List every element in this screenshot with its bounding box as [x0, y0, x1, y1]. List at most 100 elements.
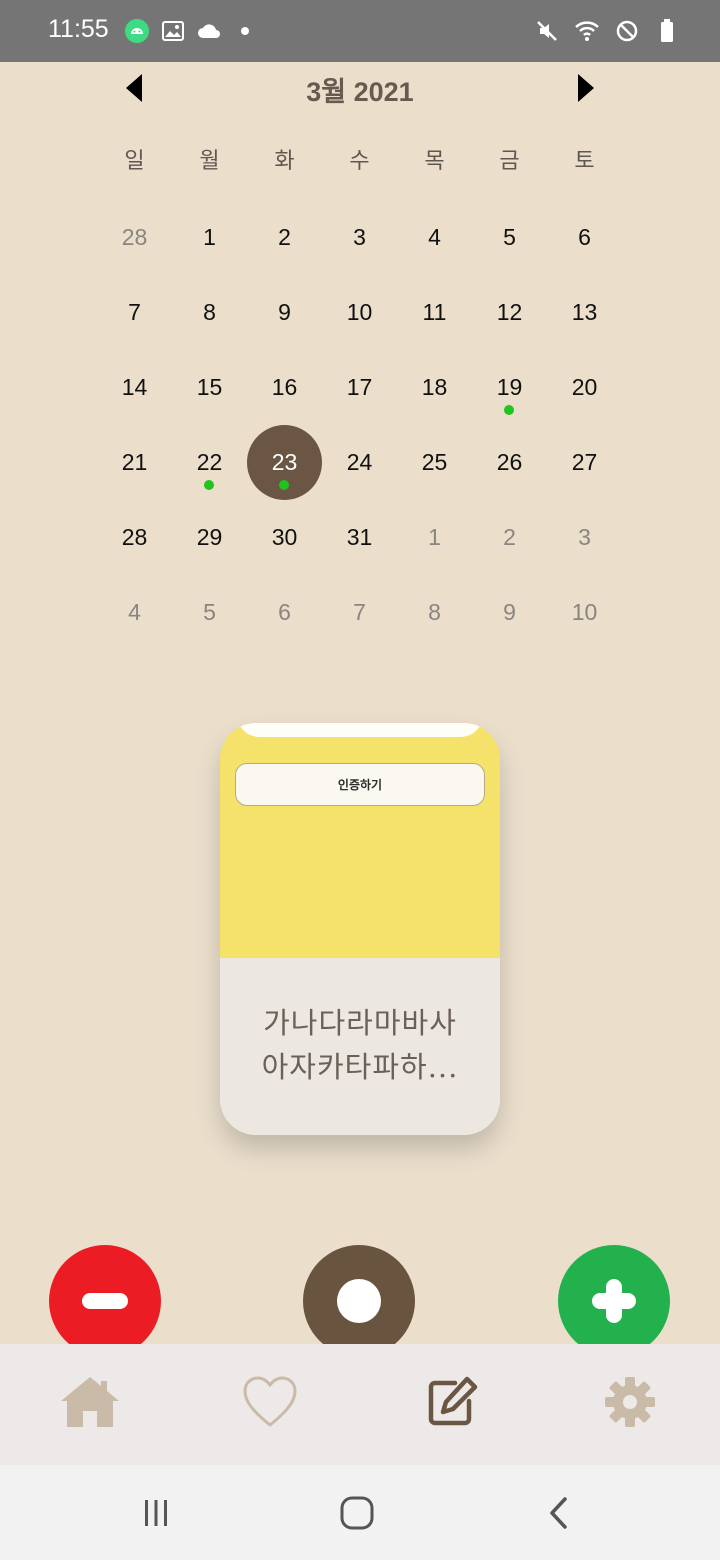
weekday-label: 화	[274, 149, 295, 174]
day-cell[interactable]: 6	[247, 575, 322, 650]
minus-button[interactable]	[49, 1245, 161, 1357]
day-cell[interactable]: 24	[322, 425, 397, 500]
ring-icon	[337, 1279, 381, 1323]
day-cell[interactable]: 16	[247, 350, 322, 425]
next-month-icon[interactable]	[570, 70, 600, 106]
weekday-label: 금	[499, 149, 520, 174]
day-number: 27	[571, 449, 598, 475]
day-cell[interactable]: 9	[472, 575, 547, 650]
day-number: 19	[496, 374, 523, 400]
day-number: 6	[278, 599, 291, 625]
day-cell[interactable]: 2	[472, 500, 547, 575]
day-cell[interactable]: 5	[472, 200, 547, 275]
day-cell[interactable]: 31	[322, 500, 397, 575]
nav-home[interactable]	[58, 1374, 122, 1434]
day-number: 8	[428, 599, 441, 625]
heart-icon	[242, 1376, 298, 1432]
event-dot	[504, 405, 514, 415]
day-cell[interactable]: 7	[97, 275, 172, 350]
back-button[interactable]	[540, 1495, 580, 1535]
day-number: 5	[503, 224, 516, 250]
verify-button[interactable]: 인증하기	[235, 763, 485, 806]
day-cell[interactable]: 4	[397, 200, 472, 275]
bottom-navigation	[0, 1344, 720, 1465]
card-notch	[236, 723, 484, 737]
day-cell[interactable]: 21	[97, 425, 172, 500]
habit-card[interactable]: 인증하기 가나다라마바사 아자카타파하...	[220, 723, 500, 1135]
day-number: 4	[428, 224, 441, 250]
day-cell[interactable]: 8	[397, 575, 472, 650]
day-cell[interactable]: 17	[322, 350, 397, 425]
back-icon	[545, 1496, 575, 1534]
day-cell[interactable]: 14	[97, 350, 172, 425]
day-number: 31	[346, 524, 373, 550]
image-icon	[160, 18, 186, 44]
day-number: 28	[121, 224, 148, 250]
day-cell[interactable]: 3	[547, 500, 622, 575]
day-number: 22	[196, 449, 223, 475]
day-cell[interactable]: 1	[397, 500, 472, 575]
event-dot	[279, 480, 289, 490]
weekday-label: 월	[199, 149, 220, 174]
day-number: 4	[128, 599, 141, 625]
nav-favorites[interactable]	[238, 1374, 302, 1434]
day-number: 23	[271, 449, 298, 475]
day-cell[interactable]: 30	[247, 500, 322, 575]
day-number: 30	[271, 524, 298, 550]
home-icon	[59, 1375, 121, 1433]
day-cell[interactable]: 2	[247, 200, 322, 275]
event-dot	[204, 480, 214, 490]
day-cell[interactable]: 18	[397, 350, 472, 425]
day-cell[interactable]: 15	[172, 350, 247, 425]
day-cell[interactable]: 1	[172, 200, 247, 275]
day-cell[interactable]: 28	[97, 500, 172, 575]
day-cell[interactable]: 4	[97, 575, 172, 650]
day-cell[interactable]: 19	[472, 350, 547, 425]
wifi-icon	[574, 18, 600, 44]
day-cell[interactable]: 25	[397, 425, 472, 500]
day-cell[interactable]: 27	[547, 425, 622, 500]
day-cell[interactable]: 8	[172, 275, 247, 350]
day-cell[interactable]: 12	[472, 275, 547, 350]
day-cell-selected[interactable]: 23	[247, 425, 322, 500]
calendar-header: 3월 2021	[0, 62, 720, 114]
day-cell[interactable]: 29	[172, 500, 247, 575]
day-number: 9	[503, 599, 516, 625]
day-cell[interactable]: 20	[547, 350, 622, 425]
day-number: 2	[278, 224, 291, 250]
home-system-button[interactable]	[337, 1495, 377, 1535]
day-cell[interactable]: 26	[472, 425, 547, 500]
day-number: 5	[203, 599, 216, 625]
nav-write[interactable]	[420, 1374, 484, 1434]
weekday-label: 목	[424, 149, 445, 174]
circle-button[interactable]	[303, 1245, 415, 1357]
day-cell[interactable]: 5	[172, 575, 247, 650]
day-cell[interactable]: 11	[397, 275, 472, 350]
day-cell[interactable]: 28	[97, 200, 172, 275]
minus-icon	[82, 1293, 128, 1309]
day-number: 10	[346, 299, 373, 325]
card-text-line-1: 가나다라마바사	[263, 1006, 457, 1040]
day-number: 28	[121, 524, 148, 550]
day-cell[interactable]: 10	[322, 275, 397, 350]
day-cell[interactable]: 22	[172, 425, 247, 500]
prev-month-icon[interactable]	[120, 70, 150, 106]
plus-button[interactable]	[558, 1245, 670, 1357]
day-cell[interactable]: 13	[547, 275, 622, 350]
day-cell[interactable]: 6	[547, 200, 622, 275]
day-number: 14	[121, 374, 148, 400]
edit-icon	[425, 1375, 479, 1433]
weekday-label: 수	[349, 149, 370, 174]
month-title: 3월 2021	[306, 77, 414, 107]
day-cell[interactable]: 9	[247, 275, 322, 350]
day-cell[interactable]: 7	[322, 575, 397, 650]
day-cell[interactable]: 10	[547, 575, 622, 650]
day-number: 7	[128, 299, 141, 325]
day-number: 10	[571, 599, 598, 625]
status-time: 11:55	[48, 15, 109, 43]
recent-apps-button[interactable]	[136, 1495, 176, 1535]
day-number: 3	[578, 524, 591, 550]
day-cell[interactable]: 3	[322, 200, 397, 275]
nav-settings[interactable]	[598, 1374, 662, 1434]
day-number: 1	[428, 524, 441, 550]
